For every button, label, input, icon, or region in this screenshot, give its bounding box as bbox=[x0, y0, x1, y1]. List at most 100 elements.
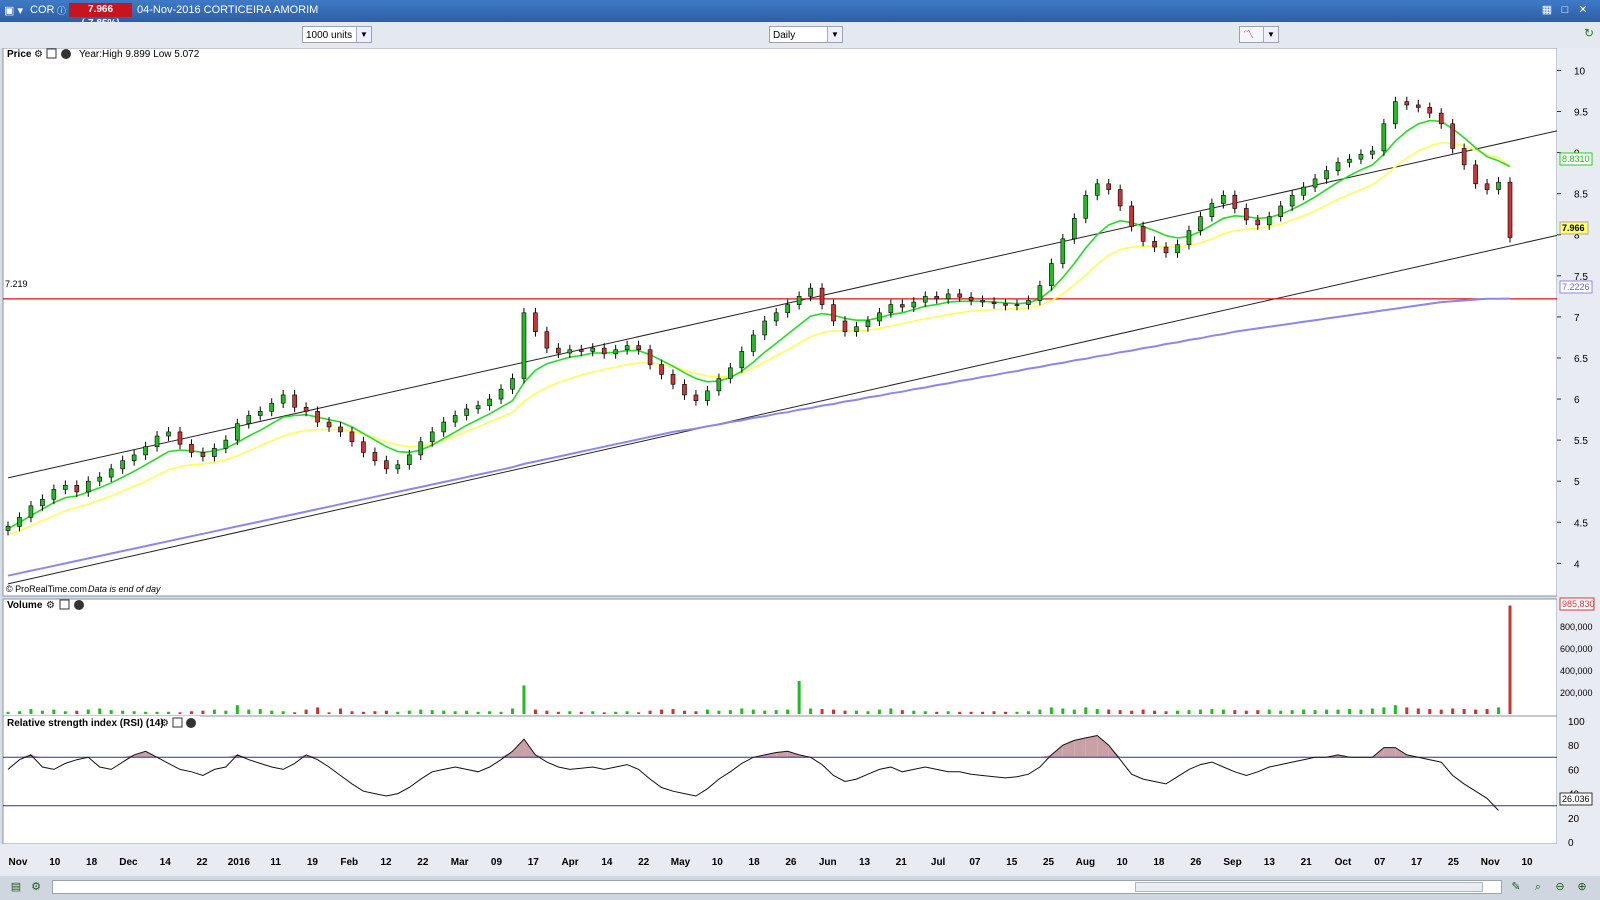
candle-body bbox=[980, 300, 985, 303]
candle-body bbox=[556, 347, 561, 354]
volume-bar bbox=[1198, 709, 1202, 714]
volume-bar bbox=[1393, 705, 1397, 714]
candle-body bbox=[1175, 244, 1180, 254]
candle-body bbox=[1312, 178, 1318, 188]
app-icon[interactable]: ▣ ▾ bbox=[4, 4, 23, 17]
volume-bar bbox=[384, 710, 388, 714]
volume-bar bbox=[1382, 707, 1386, 714]
candle-body bbox=[1496, 181, 1501, 190]
x-tick-label: 18 bbox=[86, 857, 98, 868]
chart-scrollbar[interactable] bbox=[52, 880, 1502, 894]
volume-bar bbox=[786, 709, 790, 714]
volume-bar bbox=[510, 708, 514, 714]
candle-body bbox=[533, 312, 538, 332]
volume-last-tag: 985,830 bbox=[1559, 597, 1595, 611]
x-tick-label: 25 bbox=[1043, 857, 1055, 868]
candle-body bbox=[303, 406, 309, 412]
x-tick-label: 21 bbox=[1301, 857, 1313, 868]
candle-body bbox=[223, 439, 229, 449]
volume-bar bbox=[1004, 711, 1008, 714]
candle-body bbox=[911, 301, 917, 308]
candle-body bbox=[246, 415, 252, 424]
candle-body bbox=[1473, 164, 1478, 185]
volume-bar bbox=[568, 711, 572, 714]
x-tick-label: Dec bbox=[119, 857, 138, 868]
info-icon[interactable]: ⓘ bbox=[57, 4, 66, 17]
candle-body bbox=[991, 301, 997, 305]
ticker-label[interactable]: COR bbox=[30, 4, 54, 16]
wrench-icon[interactable]: ⚙ bbox=[160, 718, 169, 729]
volume-tick-label: 200,000 bbox=[1560, 688, 1593, 698]
close-panel-icon[interactable] bbox=[74, 600, 84, 610]
volume-bar bbox=[339, 708, 343, 714]
volume-bar bbox=[316, 707, 320, 714]
refresh-icon[interactable]: ↻ bbox=[1584, 26, 1594, 40]
settings-icon[interactable]: ⚙ bbox=[28, 880, 44, 894]
rsi-last-tag: 26.036 bbox=[1559, 792, 1593, 806]
volume-bar bbox=[235, 705, 239, 714]
candle-body bbox=[1014, 304, 1020, 306]
close-panel-icon[interactable] bbox=[186, 718, 196, 728]
close-icon[interactable]: ✕ bbox=[1576, 4, 1590, 16]
volume-bar bbox=[556, 711, 560, 714]
scrollbar-thumb[interactable] bbox=[1135, 882, 1483, 892]
candle-body bbox=[854, 326, 859, 332]
period-select[interactable]: Daily ▼ bbox=[769, 26, 843, 43]
zoom-fit-icon[interactable]: ⌕ bbox=[1530, 880, 1546, 894]
candle-body bbox=[1507, 181, 1513, 238]
candle-body bbox=[1060, 238, 1066, 264]
units-select[interactable]: 1000 units ▼ bbox=[302, 26, 372, 43]
candle-body bbox=[1221, 195, 1226, 204]
x-tick-label: 10 bbox=[1117, 857, 1129, 868]
draw-icon[interactable]: ✎ bbox=[1508, 880, 1524, 894]
volume-bar bbox=[350, 711, 354, 714]
layout-icon[interactable]: ▦ bbox=[1540, 4, 1554, 16]
candle-body bbox=[762, 320, 768, 336]
save-icon[interactable]: ▤ bbox=[8, 880, 24, 894]
zoom-out-icon[interactable]: ⊖ bbox=[1552, 880, 1568, 894]
candle-body bbox=[601, 347, 607, 355]
volume-bar bbox=[1026, 711, 1030, 714]
volume-bar bbox=[1107, 709, 1111, 714]
zoom-in-icon[interactable]: ⊕ bbox=[1574, 880, 1590, 894]
candle-body bbox=[349, 431, 355, 443]
close-panel-icon[interactable] bbox=[61, 49, 71, 59]
x-tick-label: 26 bbox=[785, 857, 797, 868]
candle-body bbox=[1049, 263, 1054, 286]
candle-body bbox=[521, 312, 527, 379]
svg-text:7.966: 7.966 bbox=[1562, 223, 1585, 233]
volume-bar bbox=[648, 710, 652, 714]
x-tick-label: May bbox=[671, 857, 691, 868]
chart-style-select[interactable]: 〽 ▼ bbox=[1239, 26, 1279, 43]
svg-text:985,830: 985,830 bbox=[1562, 599, 1595, 609]
chevron-down-icon[interactable]: ▼ bbox=[827, 27, 842, 42]
volume-bar bbox=[144, 711, 148, 714]
chevron-down-icon[interactable]: ▼ bbox=[356, 27, 371, 42]
candle-body bbox=[922, 296, 928, 303]
volume-bar bbox=[1210, 709, 1214, 714]
volume-bar bbox=[6, 711, 10, 714]
volume-bar bbox=[373, 711, 377, 714]
volume-bar bbox=[637, 712, 641, 714]
volume-bar bbox=[224, 710, 228, 714]
candle-body bbox=[819, 287, 825, 305]
wrench-icon[interactable]: ⚙ bbox=[46, 600, 55, 611]
volume-bar bbox=[247, 709, 251, 714]
volume-bar bbox=[1359, 709, 1363, 714]
candle-body bbox=[659, 364, 664, 375]
candle bbox=[1381, 118, 1387, 156]
candle-body bbox=[578, 349, 584, 352]
x-tick-label: Aug bbox=[1076, 857, 1095, 868]
volume-bar bbox=[1451, 708, 1455, 714]
volume-bar bbox=[958, 711, 962, 714]
candle-body bbox=[1106, 183, 1112, 190]
credit-text: © ProRealTime.com bbox=[6, 584, 87, 594]
volume-bar bbox=[361, 711, 365, 714]
volume-bar bbox=[1141, 709, 1145, 714]
volume-bar bbox=[1015, 711, 1019, 714]
maximize-icon[interactable]: □ bbox=[1558, 4, 1572, 16]
candle-body bbox=[808, 287, 813, 297]
wrench-icon[interactable]: ⚙ bbox=[34, 49, 43, 60]
rsi-tick-label: 20 bbox=[1568, 814, 1580, 825]
chevron-down-icon[interactable]: ▼ bbox=[1263, 27, 1278, 42]
